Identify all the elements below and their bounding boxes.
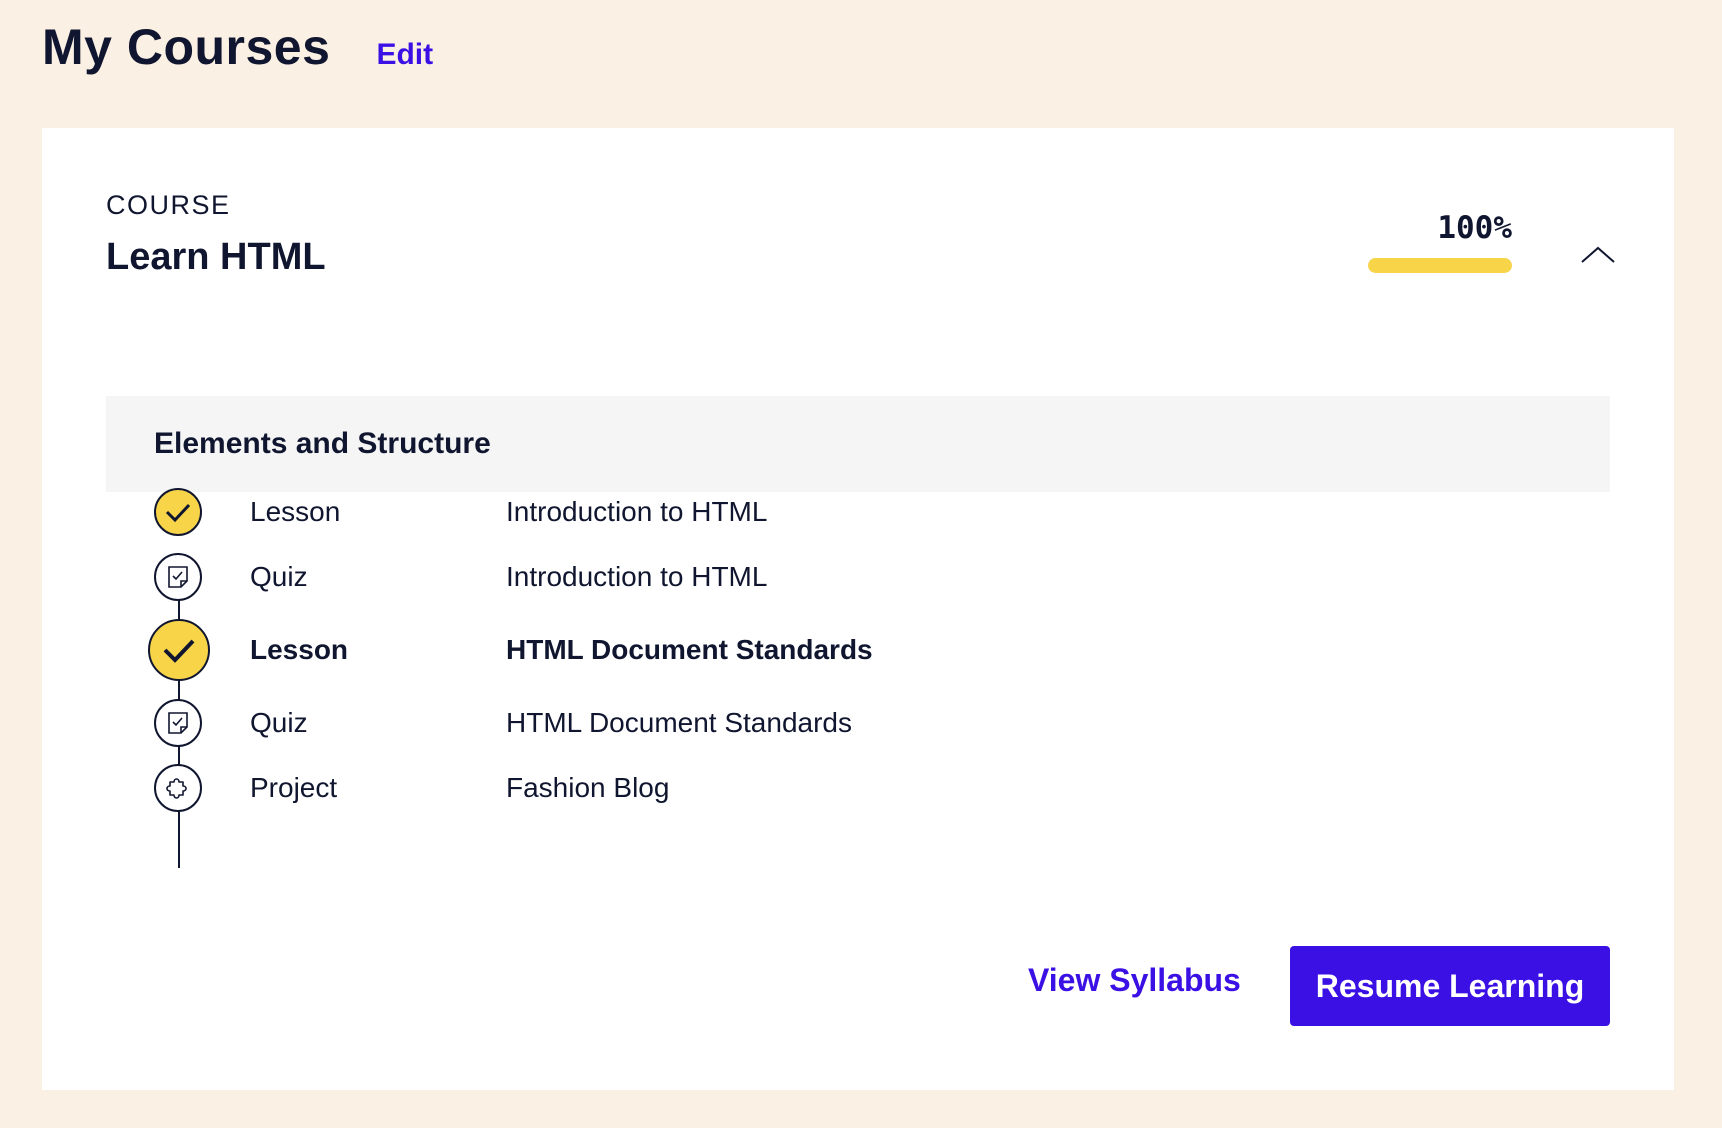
edit-link[interactable]: Edit xyxy=(376,38,433,72)
check-circle-icon xyxy=(154,488,202,536)
item-type: Lesson xyxy=(250,496,341,527)
item-type: Lesson xyxy=(250,634,349,665)
module-header[interactable]: Elements and Structure xyxy=(106,396,1610,492)
module-item[interactable]: Project Fashion Blog xyxy=(42,758,1674,818)
resume-learning-button[interactable]: Resume Learning xyxy=(1290,946,1610,1026)
puzzle-icon xyxy=(154,764,202,812)
page-title: My Courses xyxy=(42,19,331,75)
item-type: Quiz xyxy=(250,707,308,738)
collapse-toggle[interactable] xyxy=(1578,240,1618,268)
quiz-icon xyxy=(154,699,202,747)
item-type: Project xyxy=(250,772,338,803)
progress-percent: 100% xyxy=(1437,210,1512,246)
chevron-up-icon xyxy=(1581,246,1615,263)
course-card: COURSE Learn HTML 100% Elements and Stru… xyxy=(42,128,1674,1090)
check-circle-icon xyxy=(148,619,210,681)
item-name: Fashion Blog xyxy=(506,772,670,803)
item-name: HTML Document Standards xyxy=(506,634,873,665)
item-type: Quiz xyxy=(250,561,308,592)
progress-bar xyxy=(1368,258,1512,273)
item-name: Introduction to HTML xyxy=(506,561,768,592)
progress-bar-fill xyxy=(1368,258,1512,273)
module-item[interactable]: Quiz Introduction to HTML xyxy=(42,547,1674,607)
module-title: Elements and Structure xyxy=(154,427,491,460)
module-item[interactable]: Quiz HTML Document Standards xyxy=(42,693,1674,753)
view-syllabus-link[interactable]: View Syllabus xyxy=(1028,962,1241,999)
module-item[interactable]: Lesson Introduction to HTML xyxy=(42,482,1674,542)
module-item[interactable]: Lesson HTML Document Standards xyxy=(42,619,1674,681)
course-progress: 100% xyxy=(1368,210,1512,273)
course-eyebrow: COURSE xyxy=(106,190,231,220)
quiz-icon xyxy=(154,553,202,601)
page-header: My Courses Edit xyxy=(42,18,433,76)
item-name: Introduction to HTML xyxy=(506,496,768,527)
item-name: HTML Document Standards xyxy=(506,707,852,738)
course-title: Learn HTML xyxy=(106,236,326,278)
